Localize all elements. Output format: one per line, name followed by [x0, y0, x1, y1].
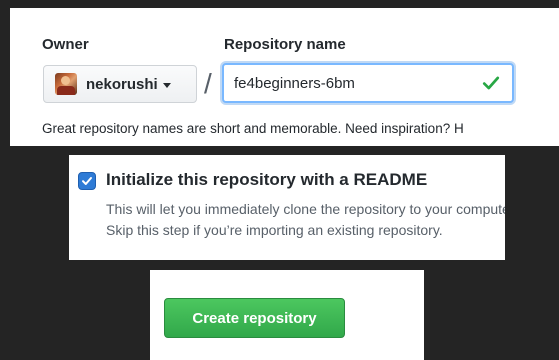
repository-name-panel: Owner Repository name nekorushi / Great … — [10, 8, 559, 146]
readme-checkbox-label[interactable]: Initialize this repository with a README — [106, 170, 427, 190]
create-repository-button[interactable]: Create repository — [164, 298, 345, 338]
readme-checkbox[interactable] — [78, 172, 96, 190]
caret-down-icon — [162, 82, 171, 88]
checkbox-check-icon — [82, 177, 92, 185]
repository-name-input[interactable] — [222, 63, 514, 103]
owner-repo-separator: / — [204, 68, 212, 99]
readme-description: This will let you immediately clone the … — [106, 201, 505, 238]
owner-label: Owner — [42, 36, 89, 53]
create-action-panel: Create repository — [150, 270, 424, 360]
owner-dropdown-button[interactable]: nekorushi — [43, 65, 197, 103]
readme-option-panel: Initialize this repository with a README… — [69, 155, 505, 260]
check-icon — [482, 76, 500, 90]
repository-name-hint: Great repository names are short and mem… — [42, 121, 464, 136]
owner-name: nekorushi — [86, 75, 158, 93]
screenshot-stage: Owner Repository name nekorushi / Great … — [0, 0, 559, 360]
avatar — [55, 73, 77, 95]
repository-name-label: Repository name — [224, 36, 346, 53]
